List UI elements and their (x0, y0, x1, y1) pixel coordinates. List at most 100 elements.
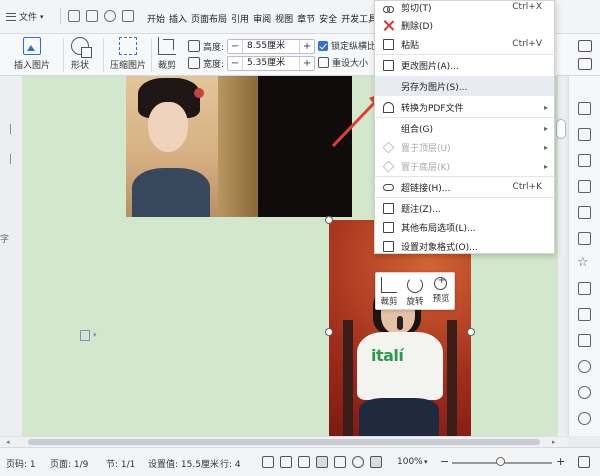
menu-item-hyperlink[interactable]: 超链接(H)... Ctrl+K (375, 177, 554, 197)
share-icon[interactable] (578, 282, 591, 295)
tools-icon[interactable] (578, 308, 591, 321)
resize-handle-mid-left[interactable] (325, 328, 333, 336)
ribbon-tabs: 开始 插入 页面布局 引用 审阅 视图 章节 安全 开发工具 特色 (147, 12, 399, 25)
hamburger-icon (6, 12, 16, 21)
width-input[interactable]: 5.35厘米 (242, 56, 301, 70)
tab-references[interactable]: 引用 (231, 12, 249, 25)
tab-insert[interactable]: 插入 (169, 12, 187, 25)
menu-item-convert-pdf[interactable]: 转换为PDF文件 ▸ (375, 97, 554, 117)
zoom-out-button[interactable]: − (440, 455, 449, 468)
height-increase-button[interactable]: + (300, 40, 314, 53)
outline-view-icon[interactable] (334, 456, 346, 468)
tab-page-layout[interactable]: 页面布局 (191, 12, 227, 25)
menu-item-caption[interactable]: 题注(Z)... (375, 198, 554, 218)
tab-review[interactable]: 审阅 (253, 12, 271, 25)
width-decrease-button[interactable]: − (228, 57, 242, 70)
tab-home[interactable]: 开始 (147, 12, 165, 25)
eye-protection-icon[interactable] (370, 456, 382, 468)
cursor-select-icon[interactable] (578, 128, 591, 141)
help-icon[interactable] (578, 412, 591, 425)
height-label: 高度: (203, 42, 225, 53)
resize-handle-top-left[interactable] (325, 216, 333, 224)
menu-item-format-object[interactable]: 设置对象格式(O)... (375, 236, 554, 256)
horizontal-scroll-thumb[interactable] (28, 439, 540, 445)
float-preview-button[interactable]: 预览 (432, 275, 449, 304)
print-icon[interactable] (122, 10, 134, 22)
vertical-scroll-thumb[interactable] (556, 119, 566, 139)
reset-size-button[interactable]: 重设大小 (318, 56, 368, 69)
zoom-level[interactable]: 100% (397, 457, 423, 467)
scroll-right-icon[interactable]: ▸ (552, 437, 556, 447)
compress-icon (119, 37, 137, 55)
adjust-sliders-icon[interactable] (578, 180, 591, 193)
zoom-in-button[interactable]: + (556, 455, 565, 468)
tab-section[interactable]: 章节 (297, 12, 315, 25)
right-sidebar: ☆ ☆ (568, 76, 600, 436)
status-page-number: 页码: 1 (6, 460, 36, 470)
height-stepper[interactable]: − 8.55厘米 + (227, 38, 316, 54)
horizontal-scrollbar[interactable]: ◂ ▸ (0, 436, 568, 447)
shield-icon[interactable] (578, 334, 591, 347)
page-view-icon[interactable] (316, 456, 328, 468)
shape-label: 形状 (71, 61, 90, 71)
crop-panel-icon[interactable] (578, 232, 591, 245)
menu-item-change-picture[interactable]: 更改图片(A)... (375, 55, 554, 75)
rotate-tool-icon[interactable] (578, 40, 592, 52)
tab-security[interactable]: 安全 (319, 12, 337, 25)
crop-button[interactable]: 裁剪 (158, 37, 176, 71)
height-decrease-button[interactable]: − (228, 40, 242, 53)
tab-view[interactable]: 视图 (275, 12, 293, 25)
menu-item-group[interactable]: 组合(G) ▸ (375, 118, 554, 138)
zoom-in-icon (434, 275, 448, 290)
resize-handle-mid-right[interactable] (467, 328, 475, 336)
width-icon (188, 57, 200, 69)
menu-item-send-to-back[interactable]: 置于底层(K) ▸ (375, 156, 554, 176)
export-icon[interactable] (104, 10, 116, 22)
compress-picture-button[interactable]: 压缩图片 (110, 37, 146, 71)
shape-button[interactable]: 形状 (71, 37, 92, 71)
zoom-dropdown-icon[interactable]: ▾ (424, 458, 428, 466)
fit-window-icon[interactable] (578, 456, 590, 468)
menu-item-save-as-picture[interactable]: 另存为图片(S)... (375, 76, 554, 96)
menu-item-paste[interactable]: 粘贴 Ctrl+V (375, 34, 554, 54)
portrait-picture[interactable] (126, 76, 352, 217)
scissors-icon (383, 2, 394, 13)
painting-face (148, 102, 188, 152)
save-icon[interactable] (68, 10, 80, 22)
height-input[interactable]: 8.55厘米 (242, 39, 301, 53)
web-view-icon[interactable] (352, 456, 364, 468)
submenu-arrow-icon: ▸ (543, 161, 548, 171)
crop-icon (158, 37, 176, 55)
layout-options-icon (383, 221, 394, 233)
location-icon[interactable] (578, 360, 591, 373)
crop-icon (380, 277, 397, 293)
fullscreen-icon[interactable] (262, 456, 274, 468)
tab-developer[interactable]: 开发工具 (341, 12, 377, 25)
history-icon[interactable] (578, 386, 591, 399)
microphone (397, 316, 403, 330)
align-tool-icon[interactable] (578, 58, 592, 70)
chevron-down-icon[interactable]: ▾ (93, 331, 97, 339)
picture-panel-icon[interactable] (578, 206, 591, 219)
float-crop-button[interactable]: 裁剪 (380, 277, 398, 307)
anchor-icon[interactable] (80, 330, 90, 341)
edit-pen-icon[interactable] (578, 102, 591, 115)
left-gutter: 字 (0, 76, 22, 436)
menu-item-layout-options[interactable]: 其他布局选项(L)... (375, 217, 554, 237)
insert-picture-button[interactable]: 插入图片 (14, 37, 50, 71)
width-increase-button[interactable]: + (300, 57, 314, 70)
zoom-slider-knob[interactable] (496, 457, 505, 466)
file-menu[interactable]: 文件 ▾ (6, 10, 44, 23)
float-rotate-button[interactable]: 旋转 (406, 277, 424, 307)
menu-item-delete[interactable]: 删除(D) (375, 15, 554, 35)
reading-mode-icon[interactable] (280, 456, 292, 468)
lock-ratio-checkbox[interactable]: 锁定纵横比 (318, 39, 376, 52)
edit-mode-icon[interactable] (298, 456, 310, 468)
width-stepper[interactable]: − 5.35厘米 + (227, 55, 316, 71)
menu-item-bring-to-front[interactable]: 置于顶层(U) ▸ (375, 137, 554, 157)
open-folder-icon[interactable] (86, 10, 98, 22)
scroll-left-icon[interactable]: ◂ (6, 437, 10, 447)
shapes-icon[interactable] (578, 154, 591, 167)
star-icon[interactable]: ☆ (577, 256, 589, 269)
delete-x-icon (383, 20, 394, 31)
